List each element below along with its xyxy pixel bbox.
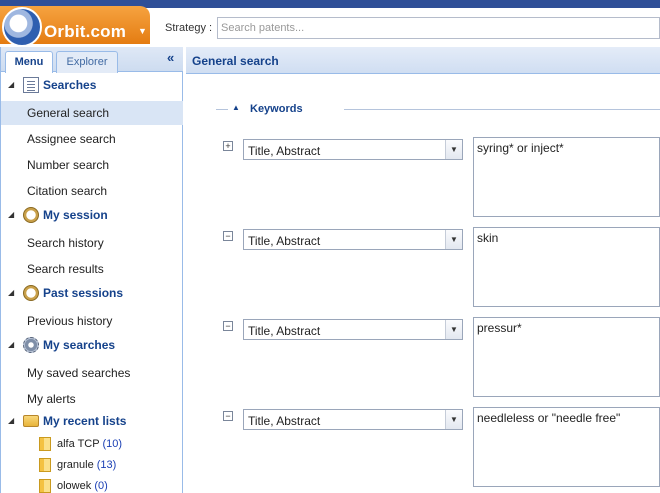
collapse-triangle-icon[interactable]: ◢: [8, 80, 14, 89]
chevron-down-icon[interactable]: ▼: [445, 320, 462, 339]
menu-group-my-session[interactable]: ◢ My session: [1, 204, 183, 228]
chevron-down-icon[interactable]: ▼: [445, 230, 462, 249]
menu-item-assignee-search[interactable]: Assignee search: [1, 127, 183, 151]
criterion-row: − Title, Abstract ▼ skin: [186, 227, 660, 307]
menu-group-label: My searches: [43, 338, 116, 352]
document-icon: [23, 77, 39, 93]
remove-criterion-icon[interactable]: −: [223, 321, 233, 331]
recent-list-item[interactable]: olowek (0): [1, 476, 183, 493]
field-select-value: Title, Abstract: [248, 144, 321, 158]
menu-group-past-sessions[interactable]: ◢ Past sessions: [1, 282, 183, 306]
menu-group-label: Searches: [43, 78, 97, 92]
collapse-triangle-icon[interactable]: ◢: [8, 210, 14, 219]
recent-list-name: alfa TCP: [57, 438, 100, 450]
field-select-value: Title, Abstract: [248, 234, 321, 248]
list-folder-icon: [39, 437, 51, 451]
recent-list-item[interactable]: granule (13): [1, 455, 183, 475]
field-select-value: Title, Abstract: [248, 414, 321, 428]
field-select[interactable]: Title, Abstract ▼: [243, 409, 463, 430]
keyword-textarea[interactable]: pressur*: [473, 317, 660, 397]
collapse-panel-button[interactable]: «: [167, 50, 174, 65]
menu-group-label: My session: [43, 208, 108, 222]
gear-icon: [23, 337, 39, 353]
strategy-search-input[interactable]: [217, 17, 660, 39]
keywords-label: Keywords: [250, 103, 303, 115]
orbit-logo-icon: [2, 7, 42, 47]
menu-item-previous-history[interactable]: Previous history: [1, 309, 183, 333]
left-menu-panel: Menu Explorer « ◢ Searches General searc…: [0, 47, 183, 493]
field-select[interactable]: Title, Abstract ▼: [243, 319, 463, 340]
list-folder-icon: [39, 479, 51, 493]
chevron-down-icon[interactable]: ▼: [445, 140, 462, 159]
menu-group-my-recent-lists[interactable]: ◢ My recent lists: [1, 410, 183, 434]
logo-text: Orbit.com: [44, 22, 127, 41]
collapse-triangle-icon[interactable]: ◢: [8, 340, 14, 349]
criterion-row: − Title, Abstract ▼ pressur*: [186, 317, 660, 397]
field-select-value: Title, Abstract: [248, 324, 321, 338]
top-bar: Orbit.com ▼ Strategy :: [0, 0, 660, 47]
recent-list-name: granule: [57, 459, 94, 471]
keyword-textarea[interactable]: needleless or "needle free": [473, 407, 660, 487]
menu-item-number-search[interactable]: Number search: [1, 153, 183, 177]
menu-item-citation-search[interactable]: Citation search: [1, 179, 183, 203]
remove-criterion-icon[interactable]: −: [223, 231, 233, 241]
remove-criterion-icon[interactable]: −: [223, 411, 233, 421]
keywords-fieldset-legend[interactable]: ▲ Keywords: [216, 102, 660, 116]
collapse-triangle-icon[interactable]: ▲: [232, 103, 240, 112]
menu-item-my-alerts[interactable]: My alerts: [1, 387, 183, 411]
criterion-row: + Title, Abstract ▼ syring* or inject*: [186, 137, 660, 217]
recent-list-item[interactable]: alfa TCP (10): [1, 434, 183, 454]
main-header: General search: [186, 47, 660, 74]
menu-item-general-search[interactable]: General search: [1, 101, 183, 125]
recent-list-count: (10): [102, 438, 123, 450]
field-select[interactable]: Title, Abstract ▼: [243, 139, 463, 160]
clock-icon: [23, 285, 39, 301]
menu-item-my-saved-searches[interactable]: My saved searches: [1, 361, 183, 385]
criterion-row: − Title, Abstract ▼ needleless or "needl…: [186, 407, 660, 487]
field-select[interactable]: Title, Abstract ▼: [243, 229, 463, 250]
recent-list-count: (13): [96, 459, 117, 471]
strategy-label: Strategy :: [165, 22, 213, 34]
add-criterion-icon[interactable]: +: [223, 141, 233, 151]
tab-menu[interactable]: Menu: [5, 51, 53, 73]
menu-group-my-searches[interactable]: ◢ My searches: [1, 334, 183, 358]
menu-item-search-history[interactable]: Search history: [1, 231, 183, 255]
recent-list-name: olowek: [57, 480, 92, 492]
menu-group-searches[interactable]: ◢ Searches: [1, 74, 183, 98]
menu-group-label: Past sessions: [43, 286, 124, 300]
menu-item-search-results[interactable]: Search results: [1, 257, 183, 281]
menu-group-label: My recent lists: [43, 414, 127, 428]
left-tabs: Menu Explorer «: [1, 47, 183, 73]
keyword-textarea[interactable]: syring* or inject*: [473, 137, 660, 217]
collapse-triangle-icon[interactable]: ◢: [8, 416, 14, 425]
main-panel: General search ▲ Keywords + Title, Abstr…: [186, 47, 660, 493]
caret-down-icon: ▼: [138, 26, 147, 36]
logo-menu-button[interactable]: Orbit.com ▼: [0, 6, 150, 47]
clock-icon: [23, 207, 39, 223]
tab-explorer[interactable]: Explorer: [56, 51, 118, 73]
collapse-triangle-icon[interactable]: ◢: [8, 288, 14, 297]
page-title: General search: [192, 54, 279, 68]
list-folder-icon: [39, 458, 51, 472]
folder-icon: [23, 415, 39, 427]
keyword-textarea[interactable]: skin: [473, 227, 660, 307]
chevron-down-icon[interactable]: ▼: [445, 410, 462, 429]
recent-list-count: (0): [94, 480, 108, 492]
